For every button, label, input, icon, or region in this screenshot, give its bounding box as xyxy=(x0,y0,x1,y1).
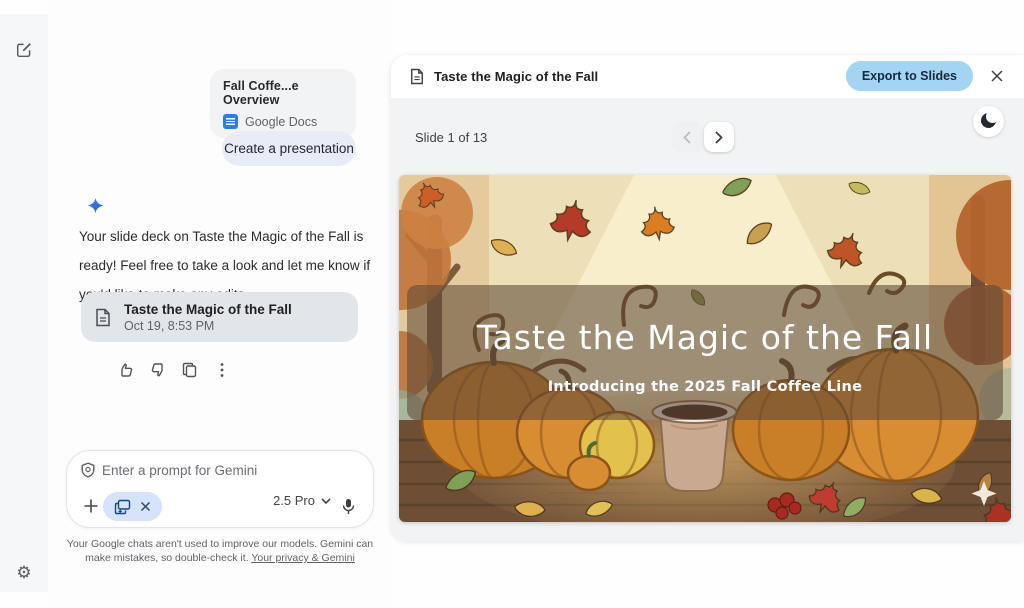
chat-column: Fall Coffe...e Overview Google Docs Crea… xyxy=(48,0,391,608)
file-card-title: Taste the Magic of the Fall xyxy=(124,302,292,317)
slides-preview-panel: Taste the Magic of the Fall Export to Sl… xyxy=(391,55,1024,541)
dark-mode-toggle[interactable] xyxy=(973,106,1004,137)
left-rail: ⚙ xyxy=(0,14,48,592)
attachment-source: Google Docs xyxy=(245,115,317,129)
new-chat-button[interactable] xyxy=(13,38,35,60)
more-vert-icon xyxy=(220,362,224,378)
thumbs-up-icon xyxy=(118,362,134,378)
slide-counter: Slide 1 of 13 xyxy=(415,130,487,145)
prompt-input-card: Enter a prompt for Gemini 2.5 Pro xyxy=(66,450,374,528)
create-presentation-tool-chip[interactable] xyxy=(103,492,162,521)
chevron-right-icon xyxy=(715,131,723,144)
slide-preview-image[interactable]: Taste the Magic of the Fall Introducing … xyxy=(399,175,1011,522)
google-docs-icon xyxy=(223,114,238,129)
attachment-title: Fall Coffe...e Overview xyxy=(223,79,343,107)
chevron-left-icon xyxy=(683,131,691,144)
thumbs-down-icon xyxy=(150,362,166,378)
user-message-text: Create a presentation xyxy=(224,141,354,156)
add-attachment-button[interactable] xyxy=(78,493,104,519)
slide-title: Taste the Magic of the Fall xyxy=(476,318,933,357)
user-message-bubble: Create a presentation xyxy=(222,131,356,166)
disclaimer-text: Your Google chats aren't used to improve… xyxy=(62,537,378,565)
copy-button[interactable] xyxy=(181,361,198,378)
settings-icon: ⚙ xyxy=(16,563,31,583)
dark-mode-moon-icon xyxy=(981,113,996,128)
chevron-down-icon xyxy=(321,498,331,504)
panel-close-button[interactable] xyxy=(988,67,1006,85)
new-chat-icon xyxy=(16,41,33,58)
model-selector[interactable]: 2.5 Pro xyxy=(273,493,331,508)
prompt-placeholder: Enter a prompt for Gemini xyxy=(102,463,257,478)
panel-header: Taste the Magic of the Fall Export to Sl… xyxy=(391,55,1024,98)
more-options-button[interactable] xyxy=(213,361,230,378)
document-icon xyxy=(410,68,424,85)
export-button-label: Export to Slides xyxy=(862,69,957,83)
slides-tool-icon xyxy=(114,499,131,515)
next-slide-button[interactable] xyxy=(704,122,734,152)
gemini-sparkle-icon xyxy=(87,197,104,214)
slide-illustration: Taste the Magic of the Fall Introducing … xyxy=(399,175,1011,522)
response-actions xyxy=(117,361,230,378)
file-card-timestamp: Oct 19, 8:53 PM xyxy=(124,319,292,333)
shield-icon xyxy=(81,462,95,478)
mic-button[interactable] xyxy=(335,493,361,519)
privacy-link[interactable]: Your privacy & Gemini xyxy=(251,552,355,564)
chip-close-icon[interactable] xyxy=(140,501,151,512)
copy-icon xyxy=(182,362,197,378)
close-icon xyxy=(991,70,1003,82)
settings-button[interactable]: ⚙ xyxy=(13,562,35,584)
panel-title: Taste the Magic of the Fall xyxy=(434,69,598,84)
previous-slide-button[interactable] xyxy=(672,122,702,152)
slide-subtitle: Introducing the 2025 Fall Coffee Line xyxy=(548,379,863,395)
model-label: 2.5 Pro xyxy=(273,493,315,508)
document-icon xyxy=(95,308,111,327)
attachment-card[interactable]: Fall Coffe...e Overview Google Docs xyxy=(210,69,356,138)
prompt-input[interactable]: Enter a prompt for Gemini xyxy=(81,462,257,478)
thumbs-down-button[interactable] xyxy=(149,361,166,378)
export-to-slides-button[interactable]: Export to Slides xyxy=(846,61,973,91)
generated-file-card[interactable]: Taste the Magic of the Fall Oct 19, 8:53… xyxy=(81,292,358,342)
thumbs-up-button[interactable] xyxy=(117,361,134,378)
mic-icon xyxy=(342,498,355,515)
plus-icon xyxy=(83,498,99,514)
